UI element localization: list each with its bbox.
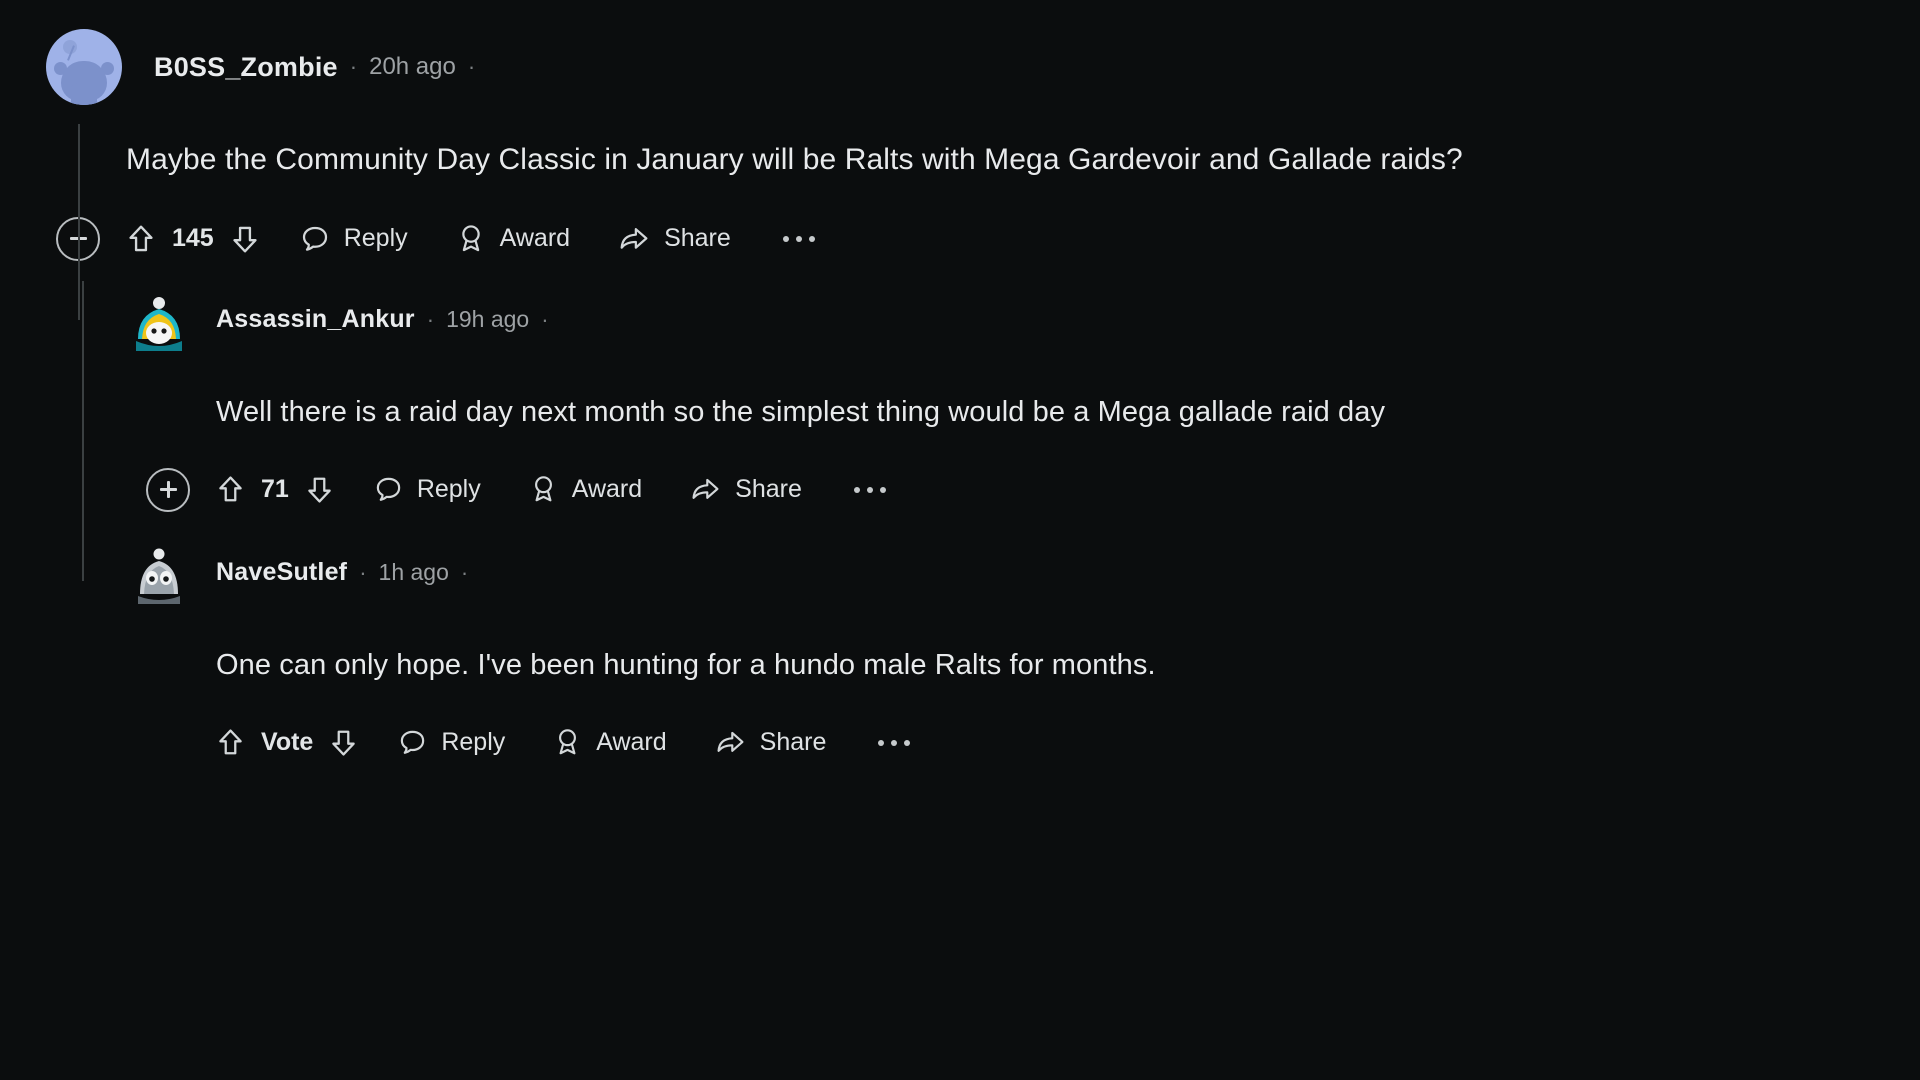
upvote-arrow-icon[interactable] (216, 474, 245, 505)
comment-author-username[interactable]: NaveSutlef (216, 558, 347, 587)
comment-body-text: Well there is a raid day next month so t… (216, 395, 1386, 428)
comment-author-username[interactable]: Assassin_Ankur (216, 305, 415, 334)
award-button[interactable]: Award (529, 474, 642, 505)
vote-group: 71 (216, 474, 334, 505)
award-label: Award (499, 224, 571, 252)
comment-reply: NaveSutlef · 1h ago · One can only hope.… (128, 534, 1920, 771)
downvote-arrow-icon[interactable] (305, 474, 334, 505)
reply-button[interactable]: Reply (398, 728, 505, 757)
avatar[interactable] (46, 29, 122, 105)
more-options-button[interactable] (779, 228, 819, 250)
avatar[interactable] (128, 289, 190, 351)
share-arrow-icon (717, 732, 744, 753)
reply-button[interactable]: Reply (300, 224, 408, 254)
share-arrow-icon (620, 227, 648, 249)
thread-collapse-line[interactable] (78, 124, 80, 320)
comment-top-level: B0SS_Zombie · 20h ago · Maybe the Commun… (46, 28, 1920, 320)
award-button[interactable]: Award (553, 727, 667, 758)
share-label: Share (735, 475, 802, 504)
separator-dot-trailing: · (460, 559, 469, 585)
grey-creature-avatar-icon (138, 548, 180, 604)
comment-action-bar: 145 Reply Award Share (56, 211, 1920, 267)
more-options-button[interactable] (850, 479, 890, 501)
snoo-body-icon (71, 83, 97, 105)
comment-bubble-icon (376, 477, 401, 501)
comment-action-bar: Vote Reply Award Share (216, 715, 1920, 771)
upvote-arrow-icon[interactable] (126, 223, 156, 255)
award-label: Award (571, 475, 643, 504)
upvote-arrow-icon[interactable] (216, 727, 245, 758)
comment-header: Assassin_Ankur · 19h ago · (128, 281, 1920, 359)
vote-label: Vote (261, 728, 314, 757)
thread-collapse-line[interactable] (82, 280, 84, 581)
reply-label: Reply (416, 475, 481, 504)
vote-count: 71 (261, 475, 289, 504)
comment-body-text: One can only hope. I've been hunting for… (216, 648, 1156, 681)
separator-dot: · (426, 306, 435, 332)
share-label: Share (664, 224, 731, 252)
vote-count: 145 (172, 224, 214, 252)
share-label: Share (759, 728, 827, 757)
share-button[interactable]: Share (715, 728, 827, 757)
downvote-arrow-icon[interactable] (230, 223, 260, 255)
vote-group: 145 (126, 223, 260, 255)
separator-dot: · (359, 559, 367, 585)
award-button[interactable]: Award (456, 223, 570, 255)
comment-timestamp: 1h ago (378, 559, 449, 586)
award-medal-icon (534, 476, 552, 502)
separator-dot-trailing: · (541, 306, 549, 332)
comment-action-bar: 71 Reply Award Share (146, 462, 1920, 518)
more-options-button[interactable] (874, 732, 914, 754)
reply-button[interactable]: Reply (374, 475, 481, 504)
separator-dot: · (349, 54, 358, 79)
comment-header: B0SS_Zombie · 20h ago · (46, 28, 1920, 106)
comment-body-text: Maybe the Community Day Classic in Janua… (126, 143, 1463, 176)
award-medal-icon (559, 729, 577, 755)
share-arrow-icon (692, 479, 719, 500)
share-button[interactable]: Share (690, 475, 802, 504)
plus-circle-icon[interactable] (146, 467, 190, 512)
reply-label: Reply (441, 728, 506, 757)
comment-header: NaveSutlef · 1h ago · (128, 534, 1920, 612)
award-medal-icon (461, 224, 480, 251)
comment-thread: B0SS_Zombie · 20h ago · Maybe the Commun… (0, 0, 1920, 1080)
comment-timestamp: 19h ago (446, 306, 530, 332)
comment-bubble-icon (401, 731, 425, 755)
avatar[interactable] (128, 542, 190, 604)
blonde-character-avatar-icon (136, 296, 182, 351)
comment-reply: Assassin_Ankur · 19h ago · Well there is… (82, 280, 1920, 581)
downvote-arrow-icon[interactable] (329, 727, 358, 758)
comment-bubble-icon (302, 226, 327, 251)
award-label: Award (596, 728, 667, 757)
share-button[interactable]: Share (618, 224, 731, 254)
comment-author-username[interactable]: B0SS_Zombie (154, 52, 338, 83)
comment-timestamp: 20h ago (369, 53, 456, 80)
reply-label: Reply (343, 224, 408, 252)
vote-group: Vote (216, 727, 358, 758)
separator-dot-trailing: · (467, 54, 476, 79)
